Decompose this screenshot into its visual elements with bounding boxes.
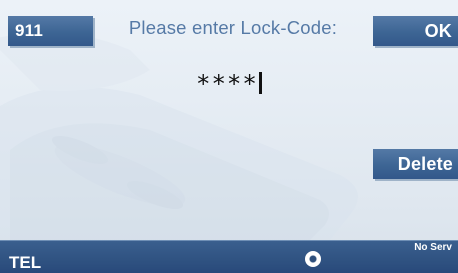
tel-mode-label: TEL <box>9 253 42 272</box>
lock-code-input[interactable]: **** <box>196 70 262 98</box>
ok-softkey[interactable]: OK <box>373 16 458 46</box>
rotary-knob-icon <box>305 251 321 267</box>
lock-code-screen: 911 Please enter Lock-Code: OK **** Dele… <box>0 0 458 273</box>
status-bar: TEL No Serv <box>0 240 458 273</box>
delete-softkey[interactable]: Delete <box>373 149 458 179</box>
lock-code-value: **** <box>196 70 258 98</box>
text-cursor <box>258 72 262 94</box>
prompt-text: Please enter Lock-Code: <box>128 17 338 38</box>
network-status: No Serv <box>414 242 452 253</box>
